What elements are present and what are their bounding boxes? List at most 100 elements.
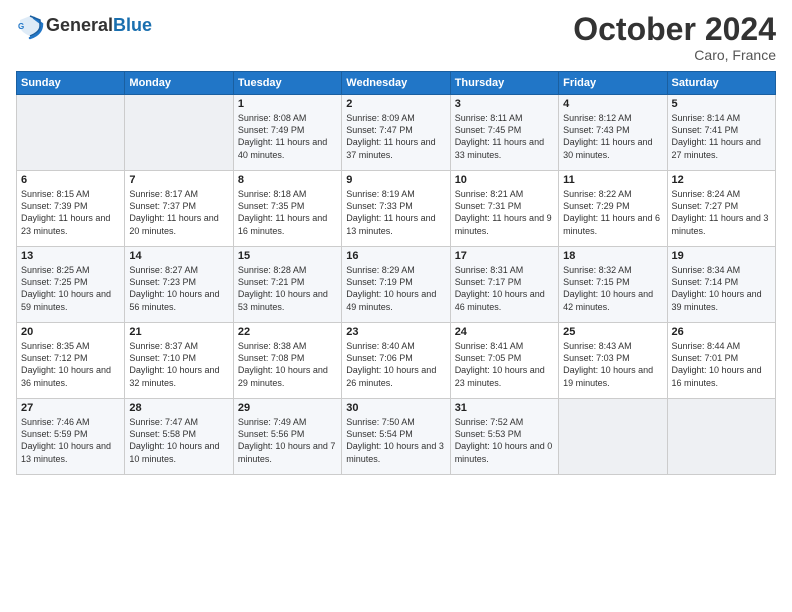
day-info: Sunrise: 8:18 AM Sunset: 7:35 PM Dayligh… <box>238 188 337 237</box>
weekday-header-sunday: Sunday <box>17 72 125 95</box>
logo: G GeneralBlue <box>16 12 152 40</box>
day-info: Sunrise: 8:29 AM Sunset: 7:19 PM Dayligh… <box>346 264 445 313</box>
calendar-cell: 23 Sunrise: 8:40 AM Sunset: 7:06 PM Dayli… <box>342 323 450 399</box>
day-info: Sunrise: 8:09 AM Sunset: 7:47 PM Dayligh… <box>346 112 445 161</box>
day-info: Sunrise: 8:43 AM Sunset: 7:03 PM Dayligh… <box>563 340 662 389</box>
day-number: 3 <box>455 98 554 110</box>
day-info: Sunrise: 8:19 AM Sunset: 7:33 PM Dayligh… <box>346 188 445 237</box>
day-number: 2 <box>346 98 445 110</box>
calendar-week-3: 13Sunrise: 8:25 AM Sunset: 7:25 PM Dayli… <box>17 247 776 323</box>
location: Caro, France <box>573 47 776 63</box>
day-number: 9 <box>346 174 445 186</box>
weekday-header-monday: Monday <box>125 72 233 95</box>
calendar-cell: 22Sunrise: 8:38 AM Sunset: 7:08 PM Dayli… <box>233 323 341 399</box>
calendar-cell: 13Sunrise: 8:25 AM Sunset: 7:25 PM Dayli… <box>17 247 125 323</box>
day-number: 8 <box>238 174 337 186</box>
weekday-header-tuesday: Tuesday <box>233 72 341 95</box>
day-info: Sunrise: 7:46 AM Sunset: 5:59 PM Dayligh… <box>21 416 120 465</box>
calendar-cell: 16 Sunrise: 8:29 AM Sunset: 7:19 PM Dayli… <box>342 247 450 323</box>
day-info: Sunrise: 8:34 AM Sunset: 7:14 PM Dayligh… <box>672 264 771 313</box>
header: G GeneralBlue October 2024 Caro, France <box>16 12 776 63</box>
calendar-cell: 10 Sunrise: 8:21 AM Sunset: 7:31 PM Dayli… <box>450 171 558 247</box>
weekday-header-saturday: Saturday <box>667 72 775 95</box>
day-number: 22 <box>238 326 337 338</box>
calendar-cell: 18Sunrise: 8:32 AM Sunset: 7:15 PM Dayli… <box>559 247 667 323</box>
day-number: 14 <box>129 250 228 262</box>
calendar-cell: 29 Sunrise: 7:49 AM Sunset: 5:56 PM Dayli… <box>233 399 341 475</box>
svg-text:G: G <box>18 22 24 31</box>
calendar-cell: 3Sunrise: 8:11 AM Sunset: 7:45 PM Daylig… <box>450 95 558 171</box>
day-info: Sunrise: 8:08 AM Sunset: 7:49 PM Dayligh… <box>238 112 337 161</box>
logo-general: General <box>46 15 113 35</box>
day-number: 30 <box>346 402 445 414</box>
day-info: Sunrise: 8:14 AM Sunset: 7:41 PM Dayligh… <box>672 112 771 161</box>
weekday-header-row: SundayMondayTuesdayWednesdayThursdayFrid… <box>17 72 776 95</box>
day-info: Sunrise: 7:49 AM Sunset: 5:56 PM Dayligh… <box>238 416 337 465</box>
calendar-cell: 8 Sunrise: 8:18 AM Sunset: 7:35 PM Daylig… <box>233 171 341 247</box>
weekday-header-friday: Friday <box>559 72 667 95</box>
day-info: Sunrise: 8:31 AM Sunset: 7:17 PM Dayligh… <box>455 264 554 313</box>
weekday-header-thursday: Thursday <box>450 72 558 95</box>
day-number: 12 <box>672 174 771 186</box>
day-info: Sunrise: 8:22 AM Sunset: 7:29 PM Dayligh… <box>563 188 662 237</box>
day-number: 1 <box>238 98 337 110</box>
calendar-cell: 14 Sunrise: 8:27 AM Sunset: 7:23 PM Dayli… <box>125 247 233 323</box>
calendar-cell: 25Sunrise: 8:43 AM Sunset: 7:03 PM Dayli… <box>559 323 667 399</box>
day-info: Sunrise: 8:35 AM Sunset: 7:12 PM Dayligh… <box>21 340 120 389</box>
calendar-cell: 26 Sunrise: 8:44 AM Sunset: 7:01 PM Dayli… <box>667 323 775 399</box>
calendar-cell <box>17 95 125 171</box>
day-number: 23 <box>346 326 445 338</box>
day-number: 19 <box>672 250 771 262</box>
calendar-cell: 2 Sunrise: 8:09 AM Sunset: 7:47 PM Daylig… <box>342 95 450 171</box>
day-number: 16 <box>346 250 445 262</box>
calendar-cell: 9 Sunrise: 8:19 AM Sunset: 7:33 PM Daylig… <box>342 171 450 247</box>
calendar-cell <box>667 399 775 475</box>
calendar-cell: 20Sunrise: 8:35 AM Sunset: 7:12 PM Dayli… <box>17 323 125 399</box>
day-number: 21 <box>129 326 228 338</box>
calendar-week-5: 27Sunrise: 7:46 AM Sunset: 5:59 PM Dayli… <box>17 399 776 475</box>
day-info: Sunrise: 8:41 AM Sunset: 7:05 PM Dayligh… <box>455 340 554 389</box>
day-info: Sunrise: 7:52 AM Sunset: 5:53 PM Dayligh… <box>455 416 554 465</box>
day-number: 10 <box>455 174 554 186</box>
logo-icon: G <box>16 12 44 40</box>
day-number: 6 <box>21 174 120 186</box>
calendar-cell: 24 Sunrise: 8:41 AM Sunset: 7:05 PM Dayli… <box>450 323 558 399</box>
calendar-cell: 17 Sunrise: 8:31 AM Sunset: 7:17 PM Dayli… <box>450 247 558 323</box>
month-title: October 2024 <box>573 12 776 47</box>
day-info: Sunrise: 8:25 AM Sunset: 7:25 PM Dayligh… <box>21 264 120 313</box>
calendar-table: SundayMondayTuesdayWednesdayThursdayFrid… <box>16 71 776 475</box>
day-number: 26 <box>672 326 771 338</box>
day-number: 24 <box>455 326 554 338</box>
day-number: 11 <box>563 174 662 186</box>
calendar-cell: 30 Sunrise: 7:50 AM Sunset: 5:54 PM Dayli… <box>342 399 450 475</box>
calendar-week-1: 1 Sunrise: 8:08 AM Sunset: 7:49 PM Daylig… <box>17 95 776 171</box>
calendar-week-2: 6Sunrise: 8:15 AM Sunset: 7:39 PM Daylig… <box>17 171 776 247</box>
day-info: Sunrise: 8:44 AM Sunset: 7:01 PM Dayligh… <box>672 340 771 389</box>
day-info: Sunrise: 8:27 AM Sunset: 7:23 PM Dayligh… <box>129 264 228 313</box>
day-number: 29 <box>238 402 337 414</box>
day-number: 18 <box>563 250 662 262</box>
title-block: October 2024 Caro, France <box>573 12 776 63</box>
day-info: Sunrise: 8:28 AM Sunset: 7:21 PM Dayligh… <box>238 264 337 313</box>
day-info: Sunrise: 7:50 AM Sunset: 5:54 PM Dayligh… <box>346 416 445 465</box>
day-number: 7 <box>129 174 228 186</box>
day-info: Sunrise: 8:24 AM Sunset: 7:27 PM Dayligh… <box>672 188 771 237</box>
day-number: 5 <box>672 98 771 110</box>
calendar-cell: 4 Sunrise: 8:12 AM Sunset: 7:43 PM Daylig… <box>559 95 667 171</box>
day-info: Sunrise: 8:12 AM Sunset: 7:43 PM Dayligh… <box>563 112 662 161</box>
logo-blue: Blue <box>113 15 152 35</box>
day-info: Sunrise: 8:40 AM Sunset: 7:06 PM Dayligh… <box>346 340 445 389</box>
calendar-cell: 11 Sunrise: 8:22 AM Sunset: 7:29 PM Dayli… <box>559 171 667 247</box>
calendar-week-4: 20Sunrise: 8:35 AM Sunset: 7:12 PM Dayli… <box>17 323 776 399</box>
calendar-cell: 6Sunrise: 8:15 AM Sunset: 7:39 PM Daylig… <box>17 171 125 247</box>
day-number: 31 <box>455 402 554 414</box>
day-number: 4 <box>563 98 662 110</box>
calendar-cell: 28Sunrise: 7:47 AM Sunset: 5:58 PM Dayli… <box>125 399 233 475</box>
day-info: Sunrise: 8:17 AM Sunset: 7:37 PM Dayligh… <box>129 188 228 237</box>
calendar-cell: 1 Sunrise: 8:08 AM Sunset: 7:49 PM Daylig… <box>233 95 341 171</box>
day-info: Sunrise: 8:21 AM Sunset: 7:31 PM Dayligh… <box>455 188 554 237</box>
calendar-cell <box>125 95 233 171</box>
day-number: 15 <box>238 250 337 262</box>
day-number: 17 <box>455 250 554 262</box>
calendar-cell: 12 Sunrise: 8:24 AM Sunset: 7:27 PM Dayli… <box>667 171 775 247</box>
